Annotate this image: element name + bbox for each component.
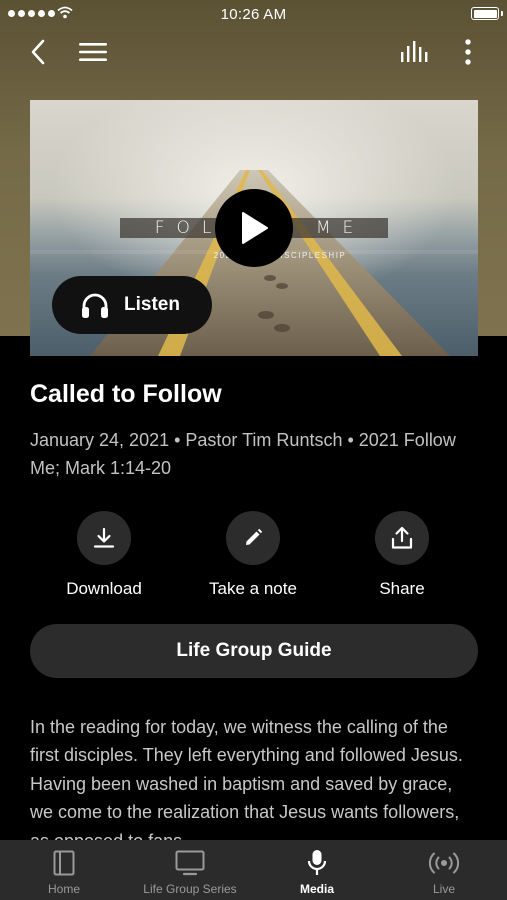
share-button[interactable]: Share: [327, 511, 477, 599]
audio-levels-button[interactable]: [395, 34, 435, 70]
play-icon: [242, 212, 268, 244]
note-circle: [226, 511, 280, 565]
pencil-icon: [246, 528, 263, 545]
tab-live[interactable]: Live: [404, 840, 484, 900]
sermon-artwork: FOLLOW ME 2021 | A ... DISCIPLESHIP List…: [30, 100, 478, 356]
take-note-button[interactable]: Take a note: [178, 511, 328, 599]
play-button[interactable]: [215, 189, 293, 267]
tab-home[interactable]: Home: [24, 840, 104, 900]
more-options-button[interactable]: [452, 34, 484, 70]
tab-media[interactable]: Media: [277, 840, 357, 900]
chevron-left-icon: [31, 39, 45, 65]
status-bar: 10:26 AM: [0, 0, 507, 28]
tab-life-group-series[interactable]: Life Group Series: [126, 840, 254, 900]
share-icon: [391, 526, 413, 549]
listen-label: Listen: [124, 294, 180, 315]
download-label: Download: [66, 579, 142, 598]
tab-life-group-series-label: Life Group Series: [143, 882, 237, 896]
back-button[interactable]: [20, 34, 56, 70]
more-vertical-icon: [465, 39, 471, 65]
status-time: 10:26 AM: [220, 6, 287, 23]
microphone-icon: [307, 850, 327, 875]
book-icon: [53, 850, 75, 876]
download-circle: [77, 511, 131, 565]
headphones-icon: [82, 293, 108, 318]
take-note-label: Take a note: [209, 579, 297, 598]
tab-bar: Home Life Group Series Media Live: [0, 840, 507, 900]
share-label: Share: [379, 579, 425, 598]
sermon-meta: January 24, 2021 • Pastor Tim Runtsch • …: [30, 430, 456, 478]
listen-button[interactable]: Listen: [52, 276, 212, 334]
life-group-guide-button[interactable]: Life Group Guide: [30, 624, 478, 678]
tab-home-label: Home: [47, 882, 80, 896]
sermon-title: Called to Follow: [30, 380, 222, 408]
equalizer-icon: [401, 41, 428, 62]
download-icon: [93, 527, 115, 548]
broadcast-icon: [429, 852, 459, 874]
battery-icon: [471, 7, 499, 20]
sermon-description: In the reading for today, we witness the…: [30, 717, 463, 851]
share-circle: [375, 511, 429, 565]
tab-media-label: Media: [299, 882, 334, 896]
menu-button[interactable]: [74, 34, 112, 70]
hamburger-icon: [79, 43, 107, 61]
download-button[interactable]: Download: [29, 511, 179, 599]
tab-live-label: Live: [432, 882, 455, 896]
tv-icon: [175, 850, 205, 876]
